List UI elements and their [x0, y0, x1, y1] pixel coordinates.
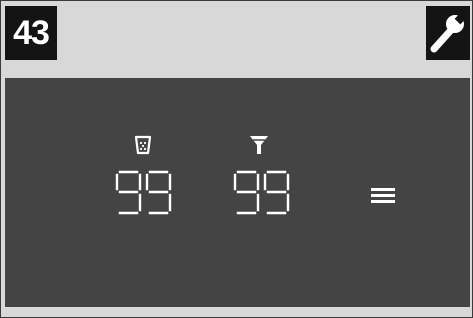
appliance-screen: 43 99 [0, 0, 473, 318]
display-panel: 99 [5, 78, 470, 307]
wrench-icon [430, 11, 468, 53]
filter-counter-digits [233, 170, 290, 215]
filter-icon [250, 136, 268, 154]
menu-icon[interactable] [371, 188, 395, 204]
settings-button[interactable] [426, 6, 470, 60]
step-number-badge: 43 [5, 6, 57, 60]
filter-counter: 99 [233, 170, 293, 216]
cup-counter: 99 [115, 170, 175, 216]
cup-counter-digits [115, 170, 172, 215]
coffee-cup-icon [134, 135, 152, 155]
